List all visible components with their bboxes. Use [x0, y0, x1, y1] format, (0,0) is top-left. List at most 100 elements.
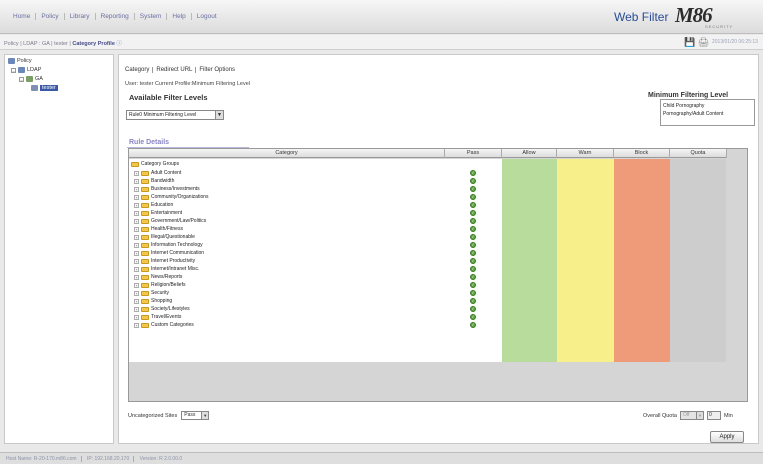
table-row[interactable]: + Adult Content — [134, 169, 181, 177]
nav-policy[interactable]: Policy — [36, 13, 65, 20]
table-row[interactable]: + Government/Law/Politics — [134, 217, 206, 225]
col-header-quota[interactable]: Quota — [670, 149, 727, 158]
expand-icon[interactable]: + — [134, 290, 139, 296]
expand-icon[interactable]: + — [134, 282, 139, 288]
collapse-icon[interactable]: – — [11, 67, 16, 73]
nav-help[interactable]: Help — [167, 13, 192, 20]
table-row[interactable]: + News/Reports — [134, 273, 182, 281]
filter-level-select[interactable]: Rule0 Minimum Filtering Level ▼ — [126, 110, 224, 120]
pass-check-icon[interactable]: ✓ — [470, 242, 476, 248]
table-row[interactable]: + Internet Communication — [134, 249, 204, 257]
print-icon[interactable]: 🖨 — [698, 37, 709, 47]
table-row[interactable]: + Illegal/Questionable — [134, 233, 195, 241]
expand-icon[interactable]: + — [134, 210, 139, 216]
category-group-row[interactable]: Category Groups — [131, 160, 179, 168]
pass-check-icon[interactable]: ✓ — [470, 178, 476, 184]
nav-home[interactable]: Home — [8, 13, 37, 20]
table-row[interactable]: + Information Technology — [134, 241, 203, 249]
pass-check-icon[interactable]: ✓ — [470, 322, 476, 328]
col-header-allow[interactable]: Allow — [502, 149, 557, 158]
nav-library[interactable]: Library — [65, 13, 96, 20]
breadcrumb-path: Policy | LDAP : GA | tester | — [4, 41, 73, 47]
table-row[interactable]: + Religion/Beliefs — [134, 281, 185, 289]
pass-check-icon[interactable]: ✓ — [470, 298, 476, 304]
expand-icon[interactable]: + — [134, 178, 139, 184]
chevron-down-icon[interactable]: ▼ — [215, 111, 223, 119]
tab-category[interactable]: Category — [125, 67, 154, 73]
folder-icon — [141, 178, 149, 184]
overall-quota-value: Off — [682, 412, 690, 418]
pass-check-icon[interactable]: ✓ — [470, 170, 476, 176]
pass-check-icon[interactable]: ✓ — [470, 226, 476, 232]
category-group-label: Category Groups — [141, 161, 180, 167]
table-row[interactable]: + Internet Productivity — [134, 257, 195, 265]
table-row[interactable]: + Health/Fitness — [134, 225, 183, 233]
tab-filter-options[interactable]: Filter Options — [196, 67, 238, 73]
table-row[interactable]: + Security — [134, 289, 169, 297]
chevron-down-icon[interactable]: ▼ — [695, 412, 703, 419]
table-row[interactable]: + Internet/Intranet Misc. — [134, 265, 199, 273]
expand-icon[interactable]: + — [134, 194, 139, 200]
expand-icon[interactable]: + — [134, 298, 139, 304]
pass-check-icon[interactable]: ✓ — [470, 314, 476, 320]
collapse-icon[interactable]: – — [19, 76, 24, 82]
expand-icon[interactable]: + — [134, 258, 139, 264]
col-header-category[interactable]: Category — [129, 149, 445, 158]
expand-icon[interactable]: + — [134, 186, 139, 192]
pass-check-icon[interactable]: ✓ — [470, 290, 476, 296]
pass-check-icon[interactable]: ✓ — [470, 274, 476, 280]
table-row[interactable]: + Community/Organizations — [134, 193, 209, 201]
nav-logout[interactable]: Logout — [192, 13, 222, 20]
tree-node-ga[interactable]: – GA — [19, 76, 43, 82]
folder-icon — [141, 226, 149, 232]
pass-check-icon[interactable]: ✓ — [470, 250, 476, 256]
pass-check-icon[interactable]: ✓ — [470, 234, 476, 240]
table-row[interactable]: + Shopping — [134, 297, 172, 305]
pass-check-icon[interactable]: ✓ — [470, 218, 476, 224]
tree-node-tester[interactable]: tester — [31, 85, 58, 91]
table-row[interactable]: + Business/Investments — [134, 185, 200, 193]
pass-check-icon[interactable]: ✓ — [470, 266, 476, 272]
save-icon[interactable]: 💾 — [684, 37, 695, 47]
table-row[interactable]: + Custom Categories — [134, 321, 194, 329]
pass-check-icon[interactable]: ✓ — [470, 306, 476, 312]
table-row[interactable]: + Bandwidth — [134, 177, 174, 185]
category-label: News/Reports — [151, 274, 183, 280]
col-header-block[interactable]: Block — [614, 149, 670, 158]
expand-icon[interactable]: + — [134, 226, 139, 232]
expand-icon[interactable]: + — [134, 234, 139, 240]
pass-check-icon[interactable]: ✓ — [470, 202, 476, 208]
table-row[interactable]: + Entertainment — [134, 209, 182, 217]
chevron-down-icon[interactable]: ▼ — [201, 412, 209, 419]
expand-icon[interactable]: + — [134, 322, 139, 328]
expand-icon[interactable]: + — [134, 314, 139, 320]
tree-node-ldap[interactable]: – LDAP — [11, 67, 41, 73]
table-row[interactable]: + Society/Lifestyles — [134, 305, 190, 313]
expand-icon[interactable]: + — [134, 218, 139, 224]
pass-check-icon[interactable]: ✓ — [470, 258, 476, 264]
pass-check-icon[interactable]: ✓ — [470, 194, 476, 200]
pass-check-icon[interactable]: ✓ — [470, 186, 476, 192]
expand-icon[interactable]: + — [134, 242, 139, 248]
table-row[interactable]: + Education — [134, 201, 173, 209]
help-icon[interactable]: ⓘ — [116, 41, 122, 47]
nav-system[interactable]: System — [135, 13, 168, 20]
apply-button[interactable]: Apply — [710, 431, 744, 443]
nav-reporting[interactable]: Reporting — [96, 13, 135, 20]
tab-redirect-url[interactable]: Redirect URL — [153, 67, 197, 73]
pass-check-icon[interactable]: ✓ — [470, 210, 476, 216]
uncategorized-select[interactable]: Pass ▼ — [181, 411, 210, 420]
overall-quota-select[interactable]: Off ▼ — [679, 411, 704, 420]
expand-icon[interactable]: + — [134, 202, 139, 208]
tree-node-policy[interactable]: Policy — [8, 58, 32, 64]
expand-icon[interactable]: + — [134, 250, 139, 256]
col-header-pass[interactable]: Pass — [445, 149, 502, 158]
expand-icon[interactable]: + — [134, 266, 139, 272]
col-header-warn[interactable]: Warn — [557, 149, 614, 158]
table-row[interactable]: + Travel/Events — [134, 313, 181, 321]
pass-check-icon[interactable]: ✓ — [470, 282, 476, 288]
expand-icon[interactable]: + — [134, 274, 139, 280]
expand-icon[interactable]: + — [134, 170, 139, 176]
expand-icon[interactable]: + — [134, 306, 139, 312]
quota-minutes-input[interactable]: 0 — [706, 411, 721, 420]
